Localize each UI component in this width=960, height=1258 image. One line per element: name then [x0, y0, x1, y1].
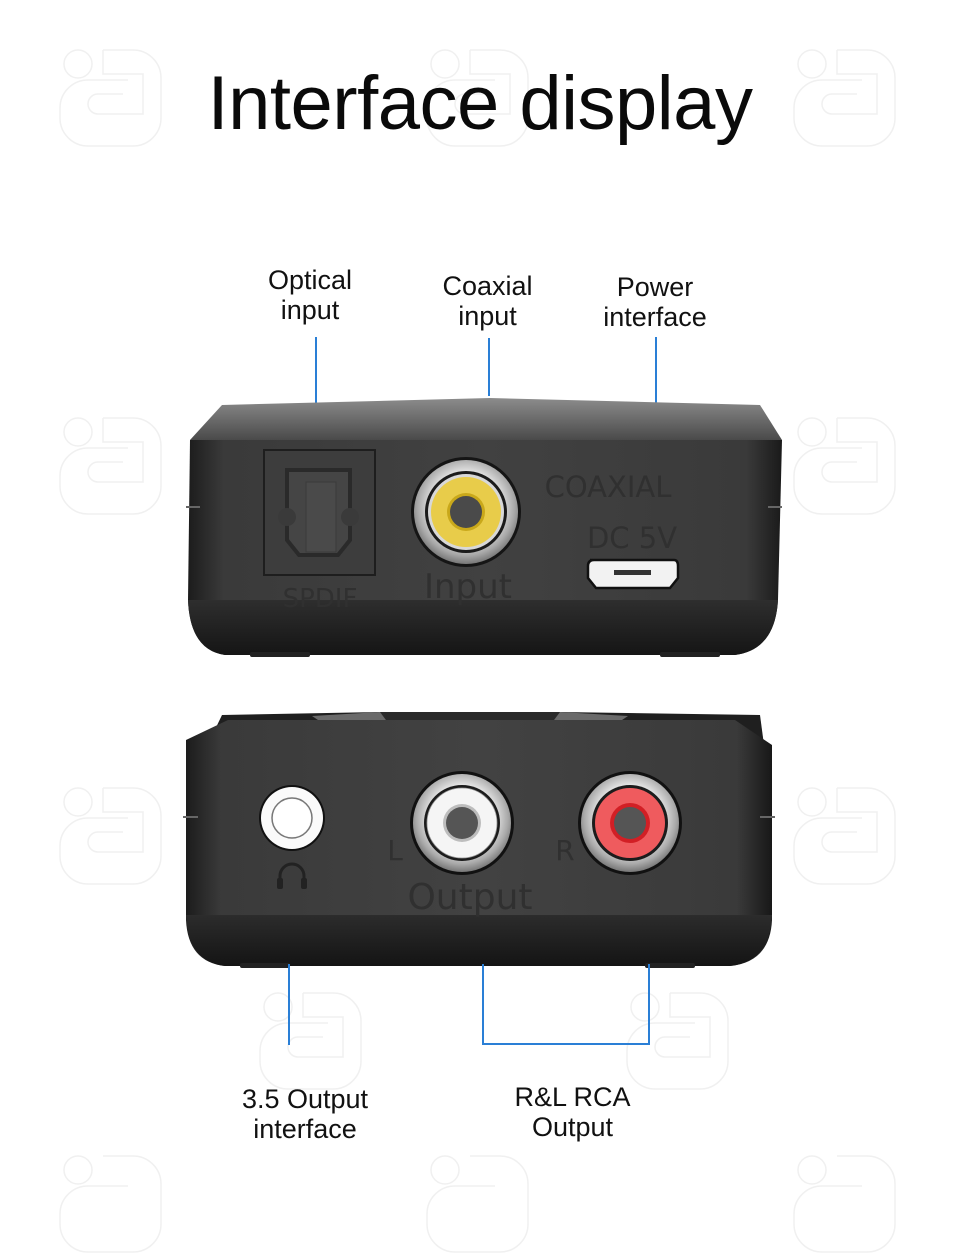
output-silkscreen: Output	[407, 877, 532, 918]
right-channel-silkscreen: R	[555, 834, 574, 867]
rca-left-white-jack	[410, 771, 514, 875]
rca-bracket-line	[482, 1043, 650, 1045]
left-channel-silkscreen: L	[387, 834, 403, 867]
headphone-callout-line	[288, 964, 290, 1045]
rca-left-callout-line	[482, 964, 484, 1045]
headphone-output-label: 3.5 Output interface	[241, 1084, 369, 1144]
output-face-device: L R Output	[183, 712, 775, 968]
rca-right-callout-line	[648, 964, 650, 1045]
headphone-jack-port	[259, 785, 325, 851]
rca-output-label: R&L RCA Output	[514, 1082, 631, 1142]
rca-right-red-jack	[578, 771, 682, 875]
